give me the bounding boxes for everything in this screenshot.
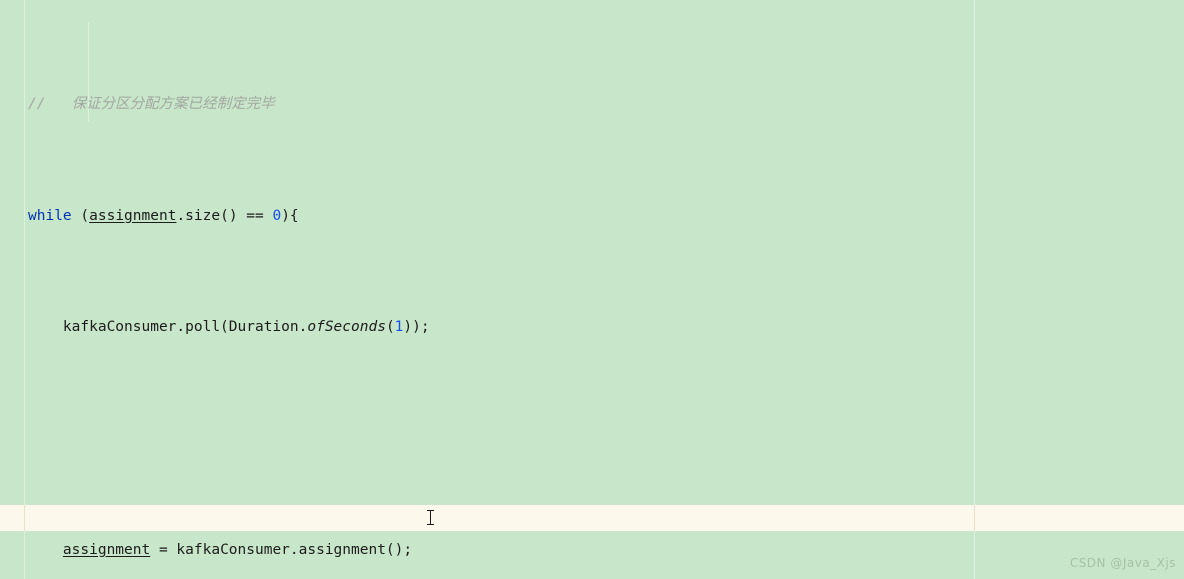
- code-line-1[interactable]: // 保证分区分配方案已经制定完毕: [0, 93, 1184, 115]
- line2-open-paren: (: [71, 207, 90, 224]
- line3-close: ));: [403, 319, 430, 336]
- code-line-3[interactable]: kafkaConsumer.poll(Duration.ofSeconds(1)…: [0, 316, 1184, 338]
- right-margin-guide: [974, 0, 975, 579]
- current-line-right-margin: [974, 505, 975, 531]
- field-assignment-1: assignment: [89, 207, 177, 224]
- line5-rest: = kafkaConsumer.assignment();: [150, 542, 413, 559]
- current-line-highlight: [0, 505, 1184, 531]
- static-method-ofseconds: ofSeconds: [307, 319, 386, 336]
- line3-poll-prefix: kafkaConsumer.poll(Duration.: [62, 319, 308, 336]
- code-editor-view[interactable]: // 保证分区分配方案已经制定完毕 while (assignment.size…: [0, 0, 1184, 579]
- watermark-label: CSDN @Java_Xjs: [1069, 555, 1176, 570]
- code-line-5[interactable]: assignment = kafkaConsumer.assignment();: [0, 539, 1184, 561]
- number-zero: 0: [272, 207, 282, 224]
- code-line-2[interactable]: while (assignment.size() == 0){: [0, 205, 1184, 227]
- field-assignment-2: assignment: [62, 542, 151, 559]
- keyword-while: while: [28, 207, 72, 224]
- line2-brace: ){: [281, 207, 299, 224]
- line3-open: (: [385, 319, 395, 336]
- line2-size-call: .size() ==: [176, 207, 273, 224]
- code-line-4-blank[interactable]: [0, 428, 1184, 450]
- code-lines-container[interactable]: // 保证分区分配方案已经制定完毕 while (assignment.size…: [0, 0, 1184, 579]
- current-line-indent-guide: [24, 505, 25, 531]
- comment-text-1: 保证分区分配方案已经制定完毕: [71, 96, 275, 113]
- comment-slashes-1: //: [28, 96, 46, 113]
